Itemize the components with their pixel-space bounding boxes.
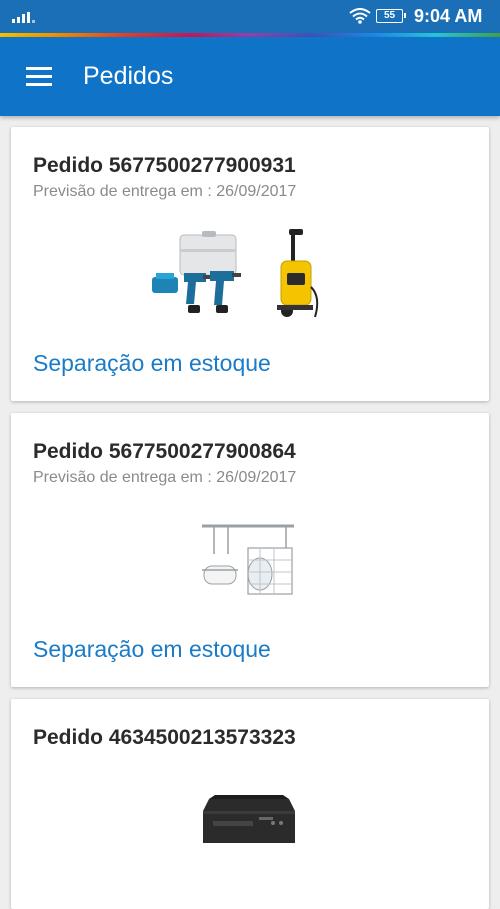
wifi-icon bbox=[349, 8, 371, 24]
page-title: Pedidos bbox=[83, 62, 174, 90]
printer-image bbox=[203, 795, 295, 843]
clock: 9:04 AM bbox=[414, 6, 483, 26]
order-status-link[interactable]: Separação em estoque bbox=[33, 636, 271, 663]
order-status-link[interactable]: Separação em estoque bbox=[33, 350, 271, 377]
order-number: Pedido 4634500213573323 bbox=[33, 726, 296, 749]
kitchen-rack-image bbox=[202, 524, 294, 595]
drill-kit-image bbox=[152, 231, 241, 313]
order-number: Pedido 5677500277900931 bbox=[33, 154, 296, 177]
battery-icon: 55 bbox=[376, 9, 406, 23]
battery-level: 55 bbox=[383, 10, 396, 21]
order-card[interactable]: Pedido 4634500213573323 bbox=[11, 699, 489, 909]
menu-icon[interactable] bbox=[26, 67, 52, 87]
status-bar: 55 9:04 AM bbox=[0, 0, 500, 33]
pressure-washer-image bbox=[277, 229, 319, 318]
order-card[interactable]: Pedido 5677500277900864 Previsão de entr… bbox=[11, 413, 489, 687]
app-bar: Pedidos bbox=[0, 37, 500, 116]
order-number: Pedido 5677500277900864 bbox=[33, 440, 296, 463]
signal-icon bbox=[12, 12, 35, 23]
delivery-estimate: Previsão de entrega em : 26/09/2017 bbox=[33, 183, 297, 200]
delivery-estimate: Previsão de entrega em : 26/09/2017 bbox=[33, 469, 297, 486]
order-card[interactable]: Pedido 5677500277900931 Previsão de entr… bbox=[11, 127, 489, 401]
